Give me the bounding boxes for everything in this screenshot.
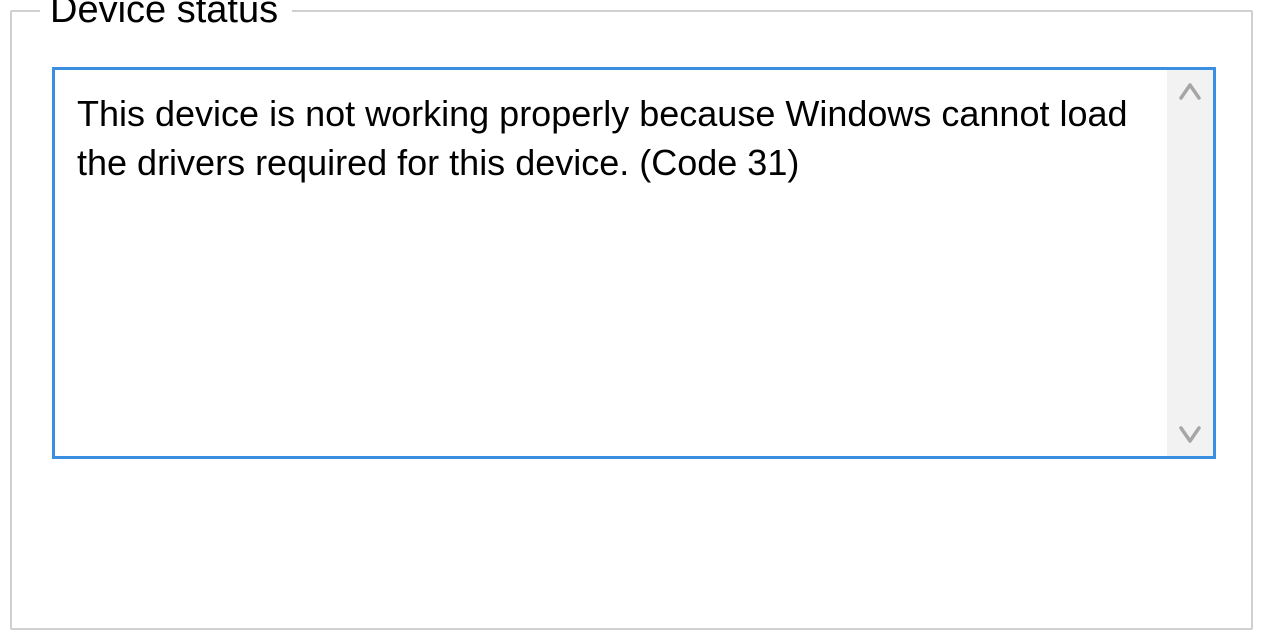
scroll-up-icon[interactable] [1178,80,1202,102]
device-status-message: This device is not working properly beca… [55,70,1167,456]
vertical-scrollbar[interactable] [1167,70,1213,456]
device-status-textbox[interactable]: This device is not working properly beca… [52,67,1216,459]
scroll-down-icon[interactable] [1178,424,1202,446]
device-status-group: Device status This device is not working… [10,10,1253,630]
group-legend: Device status [40,0,292,34]
